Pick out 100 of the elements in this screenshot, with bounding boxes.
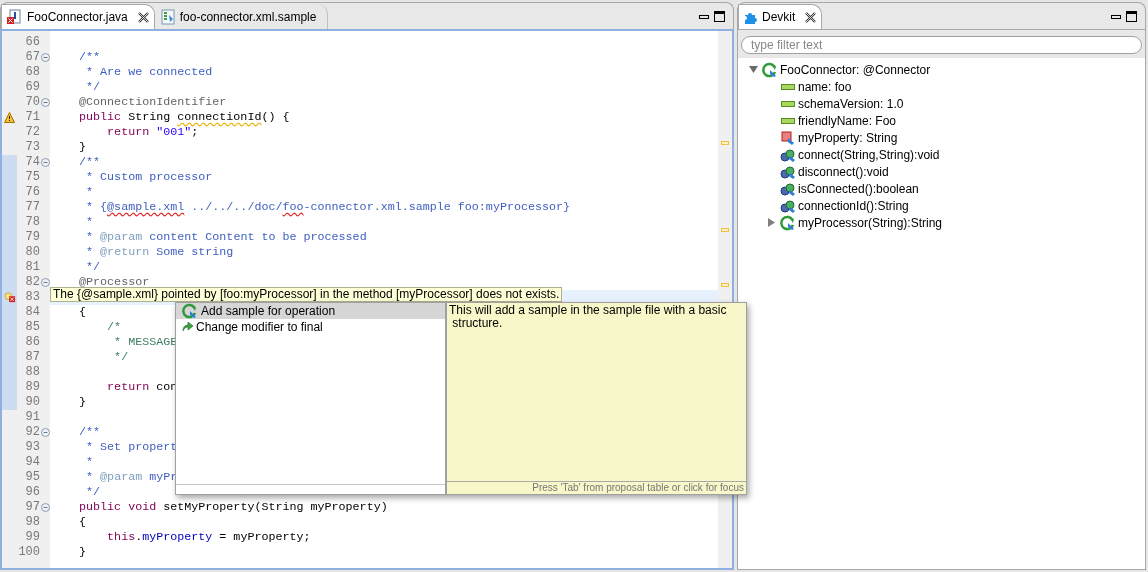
line-number: 99 — [24, 530, 40, 545]
line-number: 72 — [24, 125, 40, 140]
tree-item[interactable]: connectionId():String — [747, 197, 1145, 214]
code-line: this.myProperty = myProperty; — [106, 530, 311, 545]
line-number: 95 — [24, 470, 40, 485]
fold-icon[interactable] — [40, 158, 50, 167]
proposal-item[interactable]: Change modifier to final — [176, 319, 445, 335]
code-line: */ — [113, 350, 129, 365]
expand-arrow-icon[interactable] — [766, 218, 776, 227]
line-number: 100 — [17, 545, 40, 560]
line-number: 73 — [24, 140, 40, 155]
code-line: return "001"; — [106, 125, 199, 140]
code-line: /* — [106, 320, 122, 335]
code-line: * Are we connected — [85, 65, 213, 80]
line-number: 97 — [24, 500, 40, 515]
square-cursor-icon — [780, 130, 795, 145]
line-number: 79 — [24, 230, 40, 245]
code-line: * @param content Content to be processed — [85, 230, 367, 245]
tree-item[interactable]: myProperty: String — [747, 129, 1145, 146]
warning-icon — [4, 112, 15, 123]
code-line: } — [78, 545, 87, 560]
puzzle-icon — [744, 10, 758, 24]
circular-arrow-icon — [182, 303, 198, 319]
tree-item[interactable]: FooConnector: @Connector — [747, 61, 1145, 78]
code-line: * — [85, 455, 94, 470]
line-number: 75 — [24, 170, 40, 185]
code-line: */ — [85, 485, 101, 500]
bar-icon — [780, 117, 795, 124]
code-line: * @return Some string — [85, 245, 234, 260]
code-line: */ — [85, 260, 101, 275]
java-file-icon — [7, 9, 23, 25]
tree-item[interactable]: isConnected():boolean — [747, 180, 1145, 197]
warning-marker — [721, 141, 729, 145]
code-line: /** — [78, 425, 101, 440]
tree-item[interactable]: disconnect():void — [747, 163, 1145, 180]
line-number: 93 — [24, 440, 40, 455]
warning-marker — [721, 228, 729, 232]
code-line: } — [78, 140, 87, 155]
fold-icon[interactable] — [40, 428, 50, 437]
bar-icon — [780, 83, 795, 90]
line-number: 78 — [24, 215, 40, 230]
minimize-icon[interactable] — [1111, 14, 1121, 19]
code-line: * Custom processor — [85, 170, 213, 185]
code-line: @ConnectionIdentifier — [78, 95, 227, 110]
line-number: 81 — [24, 260, 40, 275]
cog-icon — [779, 181, 796, 196]
code-line: /** — [78, 155, 101, 170]
maximize-icon[interactable] — [1126, 11, 1137, 22]
filter-field[interactable]: type filter text — [741, 36, 1142, 54]
line-number: 94 — [24, 455, 40, 470]
error-tooltip: The {@sample.xml} pointed by [foo:myProcessor] in the method [myProcessor] does not exists. — [50, 287, 563, 302]
line-number: 92 — [24, 425, 40, 440]
proposal-item[interactable]: Add sample for operation — [176, 303, 445, 319]
document-icon — [159, 8, 176, 25]
code-line: public void setMyProperty(String myProperty) — [78, 500, 388, 515]
minimize-icon[interactable] — [699, 14, 709, 19]
line-number: 87 — [24, 350, 40, 365]
fold-icon[interactable] — [40, 98, 50, 107]
close-icon[interactable] — [137, 11, 149, 23]
line-number: 80 — [24, 245, 40, 260]
tree-item[interactable]: name: foo — [747, 78, 1145, 95]
code-line: { — [78, 515, 87, 530]
line-number: 88 — [24, 365, 40, 380]
line-number: 98 — [24, 515, 40, 530]
line-number: 76 — [24, 185, 40, 200]
line-number: 68 — [24, 65, 40, 80]
view-tab[interactable]: Devkit — [738, 4, 823, 29]
line-number: 74 — [24, 155, 40, 170]
code-line: * {@sample.xml ../../../doc/foo-connector.xml.sample foo:myProcessor} — [85, 200, 571, 215]
line-number: 96 — [24, 485, 40, 500]
fold-icon[interactable] — [40, 503, 50, 512]
maximize-icon[interactable] — [714, 11, 725, 22]
code-line: * MESSAGE — [113, 335, 178, 350]
tree-item[interactable]: connect(String,String):void — [747, 146, 1145, 163]
line-number: 67 — [24, 50, 40, 65]
line-number: 85 — [24, 320, 40, 335]
tree-item[interactable]: schemaVersion: 1.0 — [747, 95, 1145, 112]
editor-tab[interactable]: FooConnector.java — [1, 4, 155, 29]
fold-icon[interactable] — [40, 278, 50, 287]
line-number: 70 — [24, 95, 40, 110]
line-number: 83 — [24, 290, 40, 305]
code-line: { — [78, 305, 87, 320]
cog-icon — [779, 147, 796, 162]
code-line: /** — [78, 50, 101, 65]
tree-item[interactable]: myProcessor(String):String — [747, 214, 1145, 231]
line-number: 90 — [24, 395, 40, 410]
code-line: * Set propert — [85, 440, 178, 455]
collapse-arrow-icon[interactable] — [748, 65, 758, 74]
line-number: 69 — [24, 80, 40, 95]
arrow-icon — [182, 322, 193, 332]
code-line: @Processor — [78, 275, 150, 289]
line-number: 84 — [24, 305, 40, 320]
tree-item[interactable]: friendlyName: Foo — [747, 112, 1145, 129]
close-icon[interactable] — [805, 11, 817, 23]
line-number: 66 — [24, 35, 40, 50]
code-line: * — [85, 185, 94, 200]
fold-icon[interactable] — [40, 53, 50, 62]
cog-icon — [779, 198, 796, 213]
bar-icon — [780, 100, 795, 107]
code-line: * — [85, 215, 94, 230]
